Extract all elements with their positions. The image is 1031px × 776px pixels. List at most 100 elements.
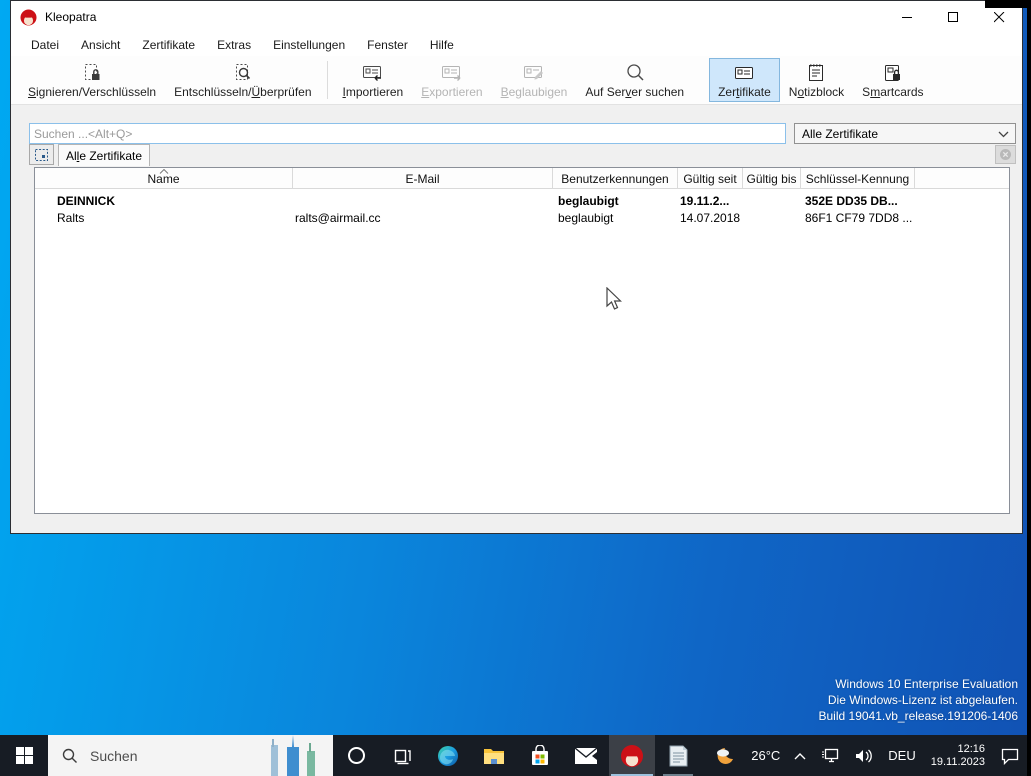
kleopatra-window: Kleopatra Datei Ansicht Zertifikate Extr…: [10, 0, 1023, 534]
titlebar[interactable]: Kleopatra: [11, 1, 1022, 33]
clock-button[interactable]: 12:16 19.11.2023: [923, 743, 993, 769]
maximize-button[interactable]: [930, 1, 976, 33]
tray-date: 19.11.2023: [931, 756, 985, 769]
weather-temperature[interactable]: 26°C: [744, 735, 787, 776]
desktop: Kleopatra Datei Ansicht Zertifikate Extr…: [0, 0, 1027, 776]
sign-encrypt-button[interactable]: Signieren/Verschlüsseln: [19, 58, 165, 102]
export-button[interactable]: Exportieren: [412, 58, 491, 102]
action-center-icon: [1000, 747, 1020, 765]
sign-encrypt-icon: [81, 62, 103, 84]
keyboard-language-button[interactable]: DEU: [881, 735, 922, 776]
cortana-icon: [347, 746, 366, 765]
import-certificate-icon: [361, 62, 385, 84]
export-certificate-icon: [440, 62, 464, 84]
tab-alle-zertifikate[interactable]: Alle Zertifikate: [58, 144, 150, 166]
taskbar-app-file-explorer[interactable]: [471, 735, 517, 776]
watermark-line: Die Windows-Lizenz ist abgelaufen.: [819, 692, 1019, 708]
menu-fenster[interactable]: Fenster: [356, 35, 419, 55]
weather-button[interactable]: [708, 735, 744, 776]
screen-edge: [985, 0, 1031, 8]
view-notepad-label: Notizblock: [789, 85, 844, 99]
column-header-email[interactable]: E-Mail: [293, 168, 553, 189]
taskbar-app-kleopatra[interactable]: [609, 735, 655, 776]
column-header-userids[interactable]: Benutzerkennungen: [553, 168, 678, 189]
mail-icon: [574, 747, 598, 765]
menu-extras[interactable]: Extras: [206, 35, 262, 55]
taskbar-app-notepad[interactable]: [655, 735, 701, 776]
menu-ansicht[interactable]: Ansicht: [70, 35, 131, 55]
decrypt-verify-icon: [232, 62, 254, 84]
task-view-button[interactable]: [379, 735, 425, 776]
toolbar-separator: [327, 61, 328, 99]
column-header-valid-from[interactable]: Gültig seit: [678, 168, 743, 189]
new-tab-icon: [34, 148, 49, 162]
chevron-down-icon: [998, 127, 1009, 141]
cortana-button[interactable]: [333, 735, 379, 776]
menu-zertifikate[interactable]: Zertifikate: [131, 35, 206, 55]
taskbar-app-store[interactable]: [517, 735, 563, 776]
view-notepad-button[interactable]: Notizblock: [780, 58, 853, 102]
minimize-button[interactable]: [884, 1, 930, 33]
column-label: Schlüssel-Kennung: [806, 172, 909, 186]
view-smartcards-button[interactable]: Smartcards: [853, 58, 932, 102]
column-label: Gültig bis: [746, 172, 796, 186]
close-tab-button[interactable]: [995, 145, 1016, 164]
action-center-button[interactable]: [993, 735, 1027, 776]
import-button[interactable]: Importieren: [334, 58, 413, 102]
sign-encrypt-label: Signieren/Verschlüsseln: [28, 85, 156, 99]
cell-userids: beglaubigt: [558, 209, 676, 226]
edge-icon: [436, 744, 460, 768]
watermark-line: Build 19041.vb_release.191206-1406: [819, 708, 1019, 724]
search-server-icon: [624, 62, 646, 84]
cell-valid-from: 19.11.2...: [680, 192, 742, 209]
windows-logo-icon: [16, 747, 33, 764]
view-smartcards-label: Smartcards: [862, 85, 923, 99]
tray-time: 12:16: [931, 743, 985, 756]
menu-datei[interactable]: Datei: [20, 35, 70, 55]
maximize-icon: [948, 12, 959, 23]
certify-icon: [522, 62, 546, 84]
cell-email: [295, 192, 550, 209]
certificate-filter-dropdown[interactable]: Alle Zertifikate: [794, 123, 1016, 144]
volume-button[interactable]: [847, 735, 881, 776]
column-header-valid-until[interactable]: Gültig bis: [743, 168, 801, 189]
network-button[interactable]: [813, 735, 847, 776]
column-label: E-Mail: [405, 172, 439, 186]
taskbar-search-box[interactable]: Suchen: [48, 735, 333, 776]
import-label: Importieren: [343, 85, 404, 99]
network-icon: [820, 748, 840, 764]
column-header-name[interactable]: Name: [35, 168, 293, 189]
file-explorer-icon: [482, 745, 506, 767]
menu-hilfe[interactable]: Hilfe: [419, 35, 465, 55]
certificate-search-input[interactable]: [29, 123, 786, 144]
menubar: Datei Ansicht Zertifikate Extras Einstel…: [11, 33, 1022, 56]
start-button[interactable]: [0, 735, 48, 776]
cell-name: Ralts: [57, 209, 289, 226]
certify-label: Beglaubigen: [501, 85, 568, 99]
table-row[interactable]: DEINNICK beglaubigt 19.11.2... 352E DD35…: [35, 192, 1009, 209]
close-tab-icon: [999, 148, 1012, 161]
taskbar-app-edge[interactable]: [425, 735, 471, 776]
sort-ascending-icon: [159, 163, 168, 177]
menu-einstellungen[interactable]: Einstellungen: [262, 35, 356, 55]
tray-overflow-button[interactable]: [787, 735, 813, 776]
decrypt-verify-button[interactable]: Entschlüsseln/Überprüfen: [165, 58, 320, 102]
certify-button[interactable]: Beglaubigen: [492, 58, 577, 102]
view-certificates-button[interactable]: Zertifikate: [709, 58, 780, 102]
certificate-table: Name E-Mail Benutzerkennungen Gültig sei…: [34, 167, 1010, 514]
export-label: Exportieren: [421, 85, 482, 99]
search-server-button[interactable]: Auf Server suchen: [576, 58, 693, 102]
taskbar-app-mail[interactable]: [563, 735, 609, 776]
smartcard-icon: [881, 62, 905, 84]
search-icon: [62, 748, 78, 764]
taskbar: Suchen: [0, 735, 1027, 776]
table-row[interactable]: Ralts ralts@airmail.cc beglaubigt 14.07.…: [35, 209, 1009, 226]
new-tab-button[interactable]: [29, 144, 54, 165]
column-header-key-id[interactable]: Schlüssel-Kennung: [801, 168, 915, 189]
task-view-icon: [392, 747, 412, 765]
chevron-up-icon: [794, 752, 806, 760]
notepad-icon: [805, 62, 827, 84]
search-highlight-art: [263, 735, 333, 776]
kleopatra-logo-icon: [20, 9, 37, 26]
cell-valid-until: [745, 192, 800, 209]
